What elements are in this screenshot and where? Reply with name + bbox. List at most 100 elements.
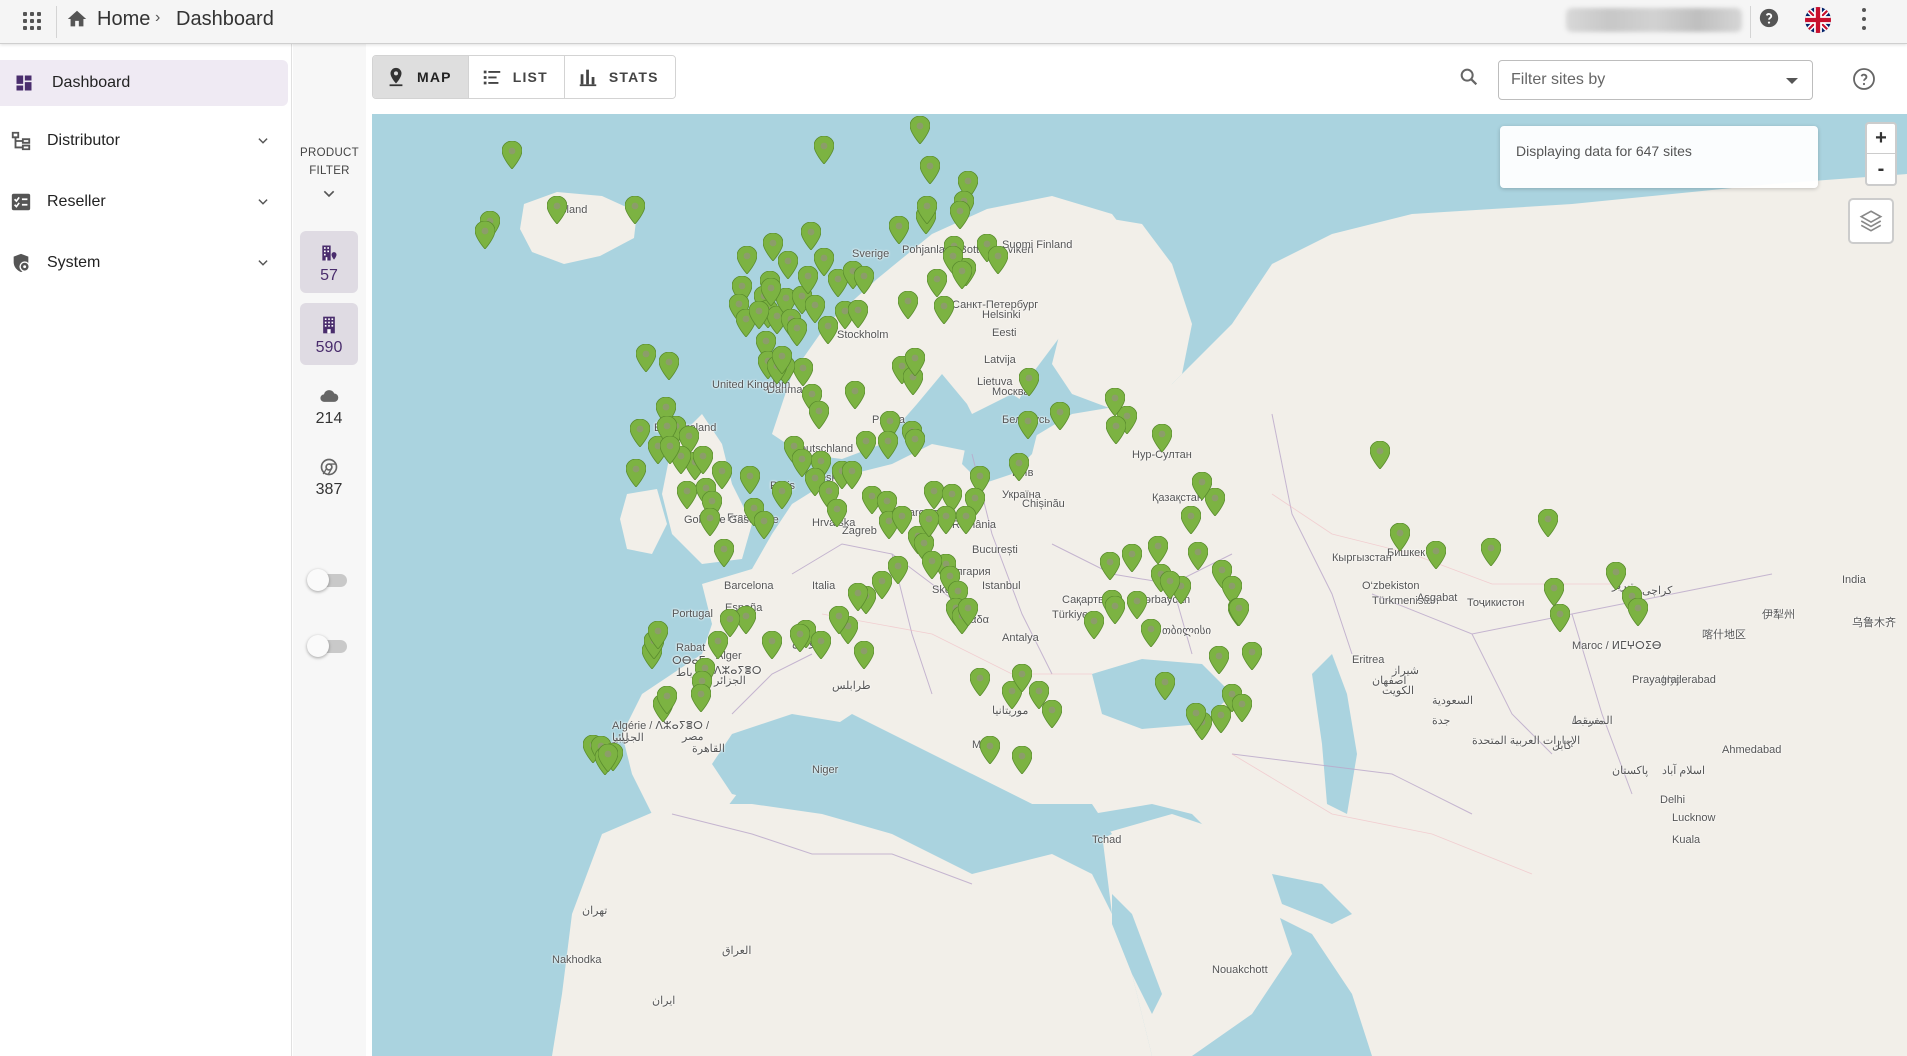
site-map-pin[interactable] xyxy=(841,460,863,490)
site-map-pin[interactable] xyxy=(1105,415,1127,445)
sidebar-item-dashboard[interactable]: Dashboard xyxy=(0,60,288,106)
site-map-pin[interactable] xyxy=(1083,610,1105,640)
site-map-pin[interactable] xyxy=(1187,541,1209,571)
site-map-pin[interactable] xyxy=(736,245,758,275)
site-map-pin[interactable] xyxy=(1104,387,1126,417)
site-map-pin[interactable] xyxy=(1018,367,1040,397)
site-map-pin[interactable] xyxy=(625,458,647,488)
site-map-pin[interactable] xyxy=(800,221,822,251)
site-map-pin[interactable] xyxy=(629,418,651,448)
filter-tile-building-location[interactable]: 57 xyxy=(300,231,358,293)
site-map-pin[interactable] xyxy=(1210,704,1232,734)
site-map-pin[interactable] xyxy=(761,630,783,660)
site-map-pin[interactable] xyxy=(987,245,1009,275)
site-map-pin[interactable] xyxy=(1104,595,1126,625)
site-map-pin[interactable] xyxy=(713,538,735,568)
site-map-pin[interactable] xyxy=(786,317,808,347)
site-map-pin[interactable] xyxy=(847,582,869,612)
tab-stats[interactable]: STATS xyxy=(564,56,675,98)
site-map-pin[interactable] xyxy=(1549,603,1571,633)
site-map-pin[interactable] xyxy=(828,605,850,635)
site-map-pin[interactable] xyxy=(1185,702,1207,732)
site-map-pin[interactable] xyxy=(923,480,945,510)
site-map-pin[interactable] xyxy=(918,508,940,538)
site-map-pin[interactable] xyxy=(597,743,619,773)
site-map-pin[interactable] xyxy=(817,315,839,345)
site-map-pin[interactable] xyxy=(957,597,979,627)
site-map-pin[interactable] xyxy=(1011,745,1033,775)
site-map-pin[interactable] xyxy=(853,640,875,670)
site-map-pin[interactable] xyxy=(951,260,973,290)
site-map-pin[interactable] xyxy=(1099,551,1121,581)
site-map-pin[interactable] xyxy=(501,140,523,170)
site-map-pin[interactable] xyxy=(690,683,712,713)
site-map-pin[interactable] xyxy=(1369,440,1391,470)
site-map-pin[interactable] xyxy=(624,195,646,225)
site-map-pin[interactable] xyxy=(707,630,729,660)
site-map-pin[interactable] xyxy=(753,510,775,540)
chevron-down-icon[interactable] xyxy=(256,134,270,148)
site-map-pin[interactable] xyxy=(699,507,721,537)
site-map-pin[interactable] xyxy=(979,735,1001,765)
site-map-pin[interactable] xyxy=(777,250,799,280)
site-map-pin[interactable] xyxy=(888,215,910,245)
site-map-pin[interactable] xyxy=(658,351,680,381)
site-map-pin[interactable] xyxy=(692,445,714,475)
zoom-in-button[interactable]: + xyxy=(1867,124,1895,154)
filter-tile-cloud[interactable]: 214 xyxy=(300,374,358,436)
site-map-pin[interactable] xyxy=(935,505,957,535)
help-outline-icon[interactable] xyxy=(1852,67,1876,91)
site-map-pin[interactable] xyxy=(1121,543,1143,573)
chevron-down-icon[interactable] xyxy=(256,256,270,270)
site-map-pin[interactable] xyxy=(969,667,991,697)
site-map-pin[interactable] xyxy=(904,347,926,377)
help-icon[interactable] xyxy=(1758,7,1780,29)
site-map-pin[interactable] xyxy=(676,480,698,510)
site-map-pin[interactable] xyxy=(1537,508,1559,538)
site-map-pin[interactable] xyxy=(916,195,938,225)
site-map-pin[interactable] xyxy=(853,265,875,295)
site-map-pin[interactable] xyxy=(1126,590,1148,620)
filter-tile-building[interactable]: 590 xyxy=(300,303,358,365)
sidebar-item-system[interactable]: System xyxy=(0,240,288,286)
home-icon[interactable] xyxy=(66,8,88,30)
site-map-pin[interactable] xyxy=(760,277,782,307)
site-map-pin[interactable] xyxy=(897,290,919,320)
site-map-pin[interactable] xyxy=(1017,410,1039,440)
site-map-pin[interactable] xyxy=(1041,699,1063,729)
tab-map[interactable]: MAP xyxy=(373,56,469,98)
site-map-pin[interactable] xyxy=(1008,452,1030,482)
site-map-pin[interactable] xyxy=(1425,540,1447,570)
site-map-pin[interactable] xyxy=(792,357,814,387)
site-map-pin[interactable] xyxy=(810,630,832,660)
site-map-pin[interactable] xyxy=(1147,535,1169,565)
site-map-pin[interactable] xyxy=(1154,671,1176,701)
site-map-pin[interactable] xyxy=(546,195,568,225)
site-map-pin[interactable] xyxy=(813,135,835,165)
site-map-pin[interactable] xyxy=(1049,401,1071,431)
tab-list[interactable]: LIST xyxy=(468,56,565,98)
site-map-pin[interactable] xyxy=(659,435,681,465)
chevron-down-icon[interactable] xyxy=(256,195,270,209)
site-map-pin[interactable] xyxy=(1231,693,1253,723)
site-map-pin[interactable] xyxy=(844,380,866,410)
chevron-down-icon[interactable] xyxy=(321,188,337,200)
filter-tile-chrome[interactable]: 387 xyxy=(300,445,358,507)
site-map-pin[interactable] xyxy=(909,115,931,145)
site-map-pin[interactable] xyxy=(921,550,943,580)
site-map-pin[interactable] xyxy=(1140,618,1162,648)
apps-grid-icon[interactable] xyxy=(20,9,44,33)
site-map-pin[interactable] xyxy=(711,460,733,490)
site-map-pin[interactable] xyxy=(1389,522,1411,552)
layers-button[interactable] xyxy=(1848,198,1894,244)
site-map-pin[interactable] xyxy=(635,343,657,373)
site-map-pin[interactable] xyxy=(1480,537,1502,567)
site-map-pin[interactable] xyxy=(933,295,955,325)
site-map-pin[interactable] xyxy=(474,220,496,250)
breadcrumb-home[interactable]: Home xyxy=(97,8,150,31)
site-map-pin[interactable] xyxy=(1241,641,1263,671)
site-map-pin[interactable] xyxy=(926,268,948,298)
site-map-pin[interactable] xyxy=(1627,597,1649,627)
site-map-pin[interactable] xyxy=(1191,471,1213,501)
site-map-pin[interactable] xyxy=(1159,570,1181,600)
